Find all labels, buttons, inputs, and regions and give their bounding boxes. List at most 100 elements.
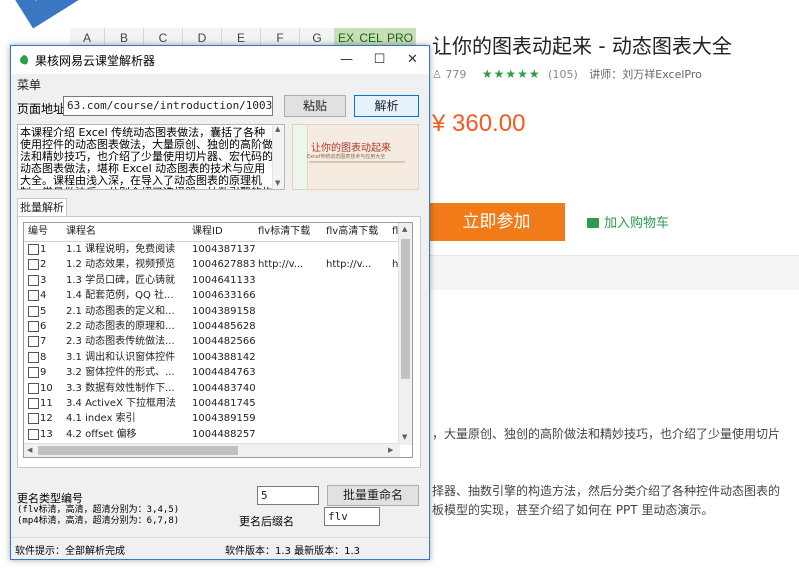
- row-checkbox[interactable]: [28, 259, 39, 271]
- scroll-thumb[interactable]: [38, 446, 238, 455]
- table-row[interactable]: 2 1.2 动态效果，视频预览 1004627883 http://v... http:…: [24, 257, 400, 272]
- cell-name: 1.1 课程说明，免费阅读: [66, 244, 176, 255]
- row-checkbox[interactable]: [28, 428, 39, 440]
- row-checkbox[interactable]: [28, 336, 39, 348]
- row-checkbox[interactable]: [28, 244, 39, 255]
- row-checkbox[interactable]: [28, 274, 39, 286]
- table-row[interactable]: 1 1.1 课程说明，免费阅读 1004387137: [24, 242, 400, 257]
- join-course-button[interactable]: 立即参加: [428, 203, 565, 241]
- cell-no: 8: [40, 351, 47, 363]
- row-checkbox[interactable]: [28, 290, 39, 302]
- scroll-up-icon[interactable]: ▲: [275, 125, 280, 133]
- cell-no: 5: [40, 305, 47, 317]
- minimize-button[interactable]: —: [330, 46, 363, 74]
- row-checkbox[interactable]: [28, 398, 39, 409]
- cart-icon: [587, 218, 599, 228]
- scroll-left-icon[interactable]: ◀: [27, 446, 32, 454]
- cell-id: 1004484763: [192, 367, 256, 379]
- table-row[interactable]: 12 4.1 index 索引 1004389159: [24, 411, 400, 426]
- url-input[interactable]: 63.com/course/introduction/1003792011.ht…: [63, 96, 273, 116]
- cell-name: 3.2 窗体控件的形式、...: [66, 367, 175, 379]
- paste-button[interactable]: 粘贴: [284, 95, 346, 117]
- add-to-cart-label: 加入购物车: [604, 216, 670, 231]
- scroll-right-icon[interactable]: ▶: [388, 446, 393, 454]
- column-header[interactable]: 课程ID: [192, 223, 223, 241]
- thumbnail-decoration: [309, 161, 405, 163]
- table-horizontal-scrollbar[interactable]: ◀ ▶: [24, 443, 400, 457]
- row-checkbox[interactable]: [28, 382, 39, 394]
- intro-scrollbar[interactable]: ▲ ▼: [272, 125, 284, 189]
- row-checkbox[interactable]: [28, 367, 39, 379]
- table-row[interactable]: 10 3.3 数据有效性制作下... 1004483740: [24, 381, 400, 396]
- table-row[interactable]: 7 2.3 动态图表传统做法... 1004482566: [24, 334, 400, 349]
- rename-hint-mp4: (mp4标清，高清，超清分别为：6,7,8): [17, 516, 180, 526]
- table-row[interactable]: 9 3.2 窗体控件的形式、... 1004484763: [24, 365, 400, 380]
- window-titlebar[interactable]: 果核网易云课堂解析器 — ☐ ✕: [11, 46, 429, 74]
- cell-id: 1004481745: [192, 398, 256, 409]
- table-row[interactable]: 8 3.1 调出和认识窗体控件 1004388142: [24, 350, 400, 365]
- cell-no: 10: [40, 382, 53, 394]
- course-thumbnail: 让你的图表动起来 Excel传统动态图表技术与应用大全: [292, 124, 419, 190]
- rename-type-input[interactable]: 5: [257, 486, 319, 505]
- course-intro-textarea[interactable]: 本课程介绍 Excel 传统动态图表做法，囊括了各种使用控件的动态图表做法，大量…: [17, 124, 285, 190]
- cell-id: 1004387137: [192, 244, 256, 255]
- table-header-row: 编号 课程名 课程ID flv标清下载 flv高清下载 flv: [24, 223, 400, 242]
- row-checkbox[interactable]: [28, 321, 39, 332]
- cell-no: 13: [40, 428, 53, 440]
- table-row[interactable]: 6 2.2 动态图表的原理和... 1004485628: [24, 319, 400, 334]
- cell-no: 4: [40, 290, 47, 302]
- cell-hd: http://v...: [326, 259, 372, 271]
- cell-id: 1004641133: [192, 274, 256, 286]
- add-to-cart-link[interactable]: 加入购物车: [587, 212, 669, 231]
- table-vertical-scrollbar[interactable]: ▲ ▼: [398, 223, 412, 445]
- cell-sd: http://v...: [258, 259, 304, 271]
- scroll-down-icon[interactable]: ▼: [402, 433, 407, 441]
- cell-name: 4.2 offset 偏移: [66, 428, 137, 440]
- thumbnail-title: 让你的图表动起来: [311, 143, 391, 154]
- cell-id: 1004482566: [192, 336, 256, 348]
- row-checkbox[interactable]: [28, 413, 39, 425]
- teacher-name[interactable]: 讲师：刘万祥ExcelPro: [589, 68, 702, 81]
- row-checkbox[interactable]: [28, 305, 39, 317]
- row-checkbox[interactable]: [28, 351, 39, 363]
- close-button[interactable]: ✕: [396, 46, 429, 74]
- cell-id: 1004389159: [192, 413, 256, 425]
- column-header[interactable]: flv标清下载: [258, 223, 310, 241]
- table-row[interactable]: 13 4.2 offset 偏移 1004488257: [24, 427, 400, 442]
- cell-no: 3: [40, 274, 47, 286]
- scroll-down-icon[interactable]: ▼: [275, 179, 280, 187]
- cell-name: 2.2 动态图表的原理和...: [66, 321, 175, 332]
- course-tabs-bar: [428, 256, 799, 290]
- menu-item-main[interactable]: 菜单: [17, 76, 41, 93]
- cell-no: 7: [40, 336, 47, 348]
- column-header[interactable]: 编号: [28, 223, 48, 241]
- table-row[interactable]: 5 2.1 动态图表的定义和... 1004389158: [24, 304, 400, 319]
- cell-id: 1004389158: [192, 305, 256, 317]
- description-line: ，大量原创、独创的高阶做法和精妙技巧，也介绍了少量使用切片: [432, 427, 781, 441]
- person-icon: ♙: [432, 68, 442, 81]
- cell-no: 6: [40, 321, 47, 332]
- cell-name: 3.1 调出和认识窗体控件: [66, 351, 176, 363]
- cell-no: 2: [40, 259, 47, 271]
- maximize-button[interactable]: ☐: [363, 46, 396, 74]
- course-intro-text: 本课程介绍 Excel 传统动态图表做法，囊括了各种使用控件的动态图表做法，大量…: [20, 126, 273, 190]
- cell-no: 11: [40, 398, 53, 409]
- column-header[interactable]: flv高清下载: [326, 223, 378, 241]
- tab-batch-parse[interactable]: 批量解析: [17, 198, 67, 217]
- scroll-up-icon[interactable]: ▲: [402, 225, 407, 233]
- lesson-table[interactable]: 编号 课程名 课程ID flv标清下载 flv高清下载 flv 1 1.1 课程说…: [23, 222, 413, 458]
- url-label: 页面地址: [17, 102, 66, 116]
- lesson-table-body: 编号 课程名 课程ID flv标清下载 flv高清下载 flv 1 1.1 课程说…: [24, 223, 400, 445]
- batch-rename-button[interactable]: 批量重命名: [327, 485, 419, 506]
- column-header[interactable]: 课程名: [66, 223, 96, 241]
- window-title: 果核网易云课堂解析器: [35, 54, 156, 68]
- parse-button[interactable]: 解析: [354, 95, 419, 117]
- cell-name: 2.3 动态图表传统做法...: [66, 336, 175, 348]
- table-row[interactable]: 3 1.3 学员口碑，匠心铸就 1004641133: [24, 273, 400, 288]
- extension-input[interactable]: flv: [324, 507, 380, 526]
- scroll-thumb[interactable]: [401, 239, 410, 379]
- table-row[interactable]: 11 3.4 ActiveX 下拉框用法 1004481745: [24, 396, 400, 411]
- cell-id: 1004633166: [192, 290, 256, 302]
- table-row[interactable]: 4 1.4 配套范例，QQ 社... 1004633166: [24, 288, 400, 303]
- view-count: 779: [445, 68, 467, 81]
